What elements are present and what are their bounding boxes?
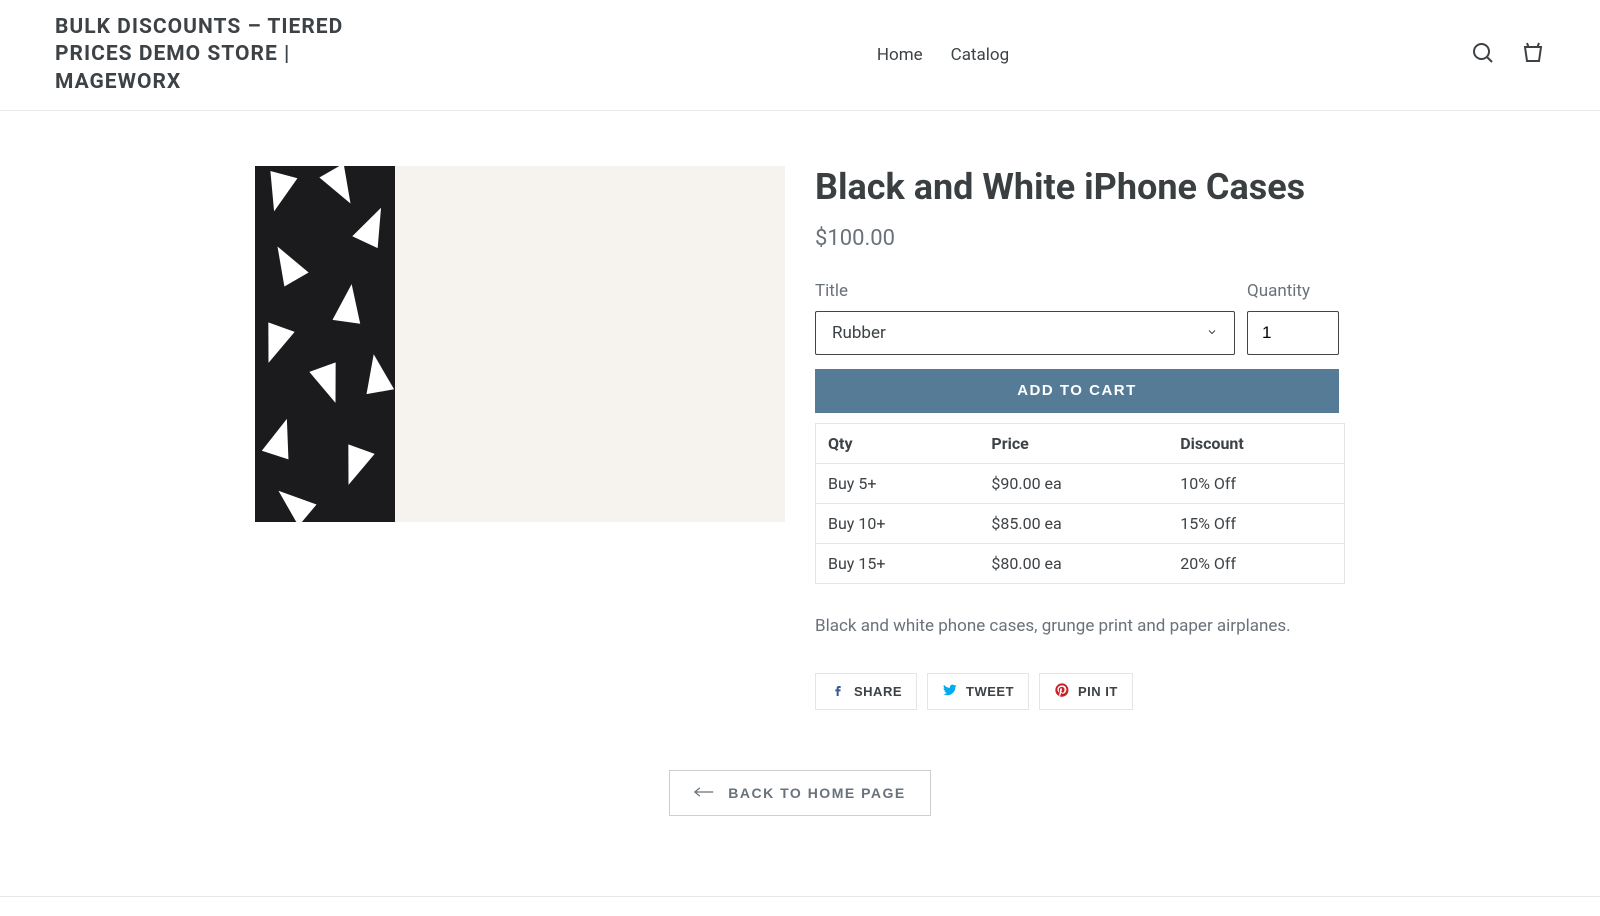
site-header: BULK DISCOUNTS – TIERED PRICES DEMO STOR… <box>0 0 1600 111</box>
variant-value: Rubber <box>832 323 886 343</box>
product-main: Black and White iPhone Cases $100.00 Tit… <box>0 111 1600 771</box>
pinterest-icon <box>1054 682 1070 701</box>
share-row: SHARE TWEET PIN IT <box>815 673 1345 710</box>
variant-select[interactable]: Rubber <box>815 311 1235 355</box>
site-footer <box>0 896 1600 916</box>
quantity-label: Quantity <box>1247 281 1339 301</box>
table-row: Buy 5+ $90.00 ea 10% Off <box>816 463 1345 503</box>
back-wrap: BACK TO HOME PAGE <box>0 770 1600 896</box>
facebook-icon <box>830 682 846 701</box>
table-row: Buy 10+ $85.00 ea 15% Off <box>816 503 1345 543</box>
nav-home[interactable]: Home <box>877 45 923 65</box>
site-title[interactable]: BULK DISCOUNTS – TIERED PRICES DEMO STOR… <box>55 14 415 96</box>
product-info: Black and White iPhone Cases $100.00 Tit… <box>815 166 1345 711</box>
nav-catalog[interactable]: Catalog <box>951 45 1010 65</box>
cart-icon[interactable] <box>1521 41 1545 69</box>
share-pinterest-button[interactable]: PIN IT <box>1039 673 1133 710</box>
share-facebook-label: SHARE <box>854 684 902 699</box>
add-to-cart-button[interactable]: ADD TO CART <box>815 369 1339 413</box>
th-qty: Qty <box>816 423 980 463</box>
product-image <box>255 166 785 522</box>
chevron-down-icon <box>1206 323 1218 343</box>
share-facebook-button[interactable]: SHARE <box>815 673 917 710</box>
arrow-left-icon <box>694 785 714 801</box>
share-pinterest-label: PIN IT <box>1078 684 1118 699</box>
product-price: $100.00 <box>815 226 1345 251</box>
back-label: BACK TO HOME PAGE <box>728 785 905 801</box>
th-price: Price <box>979 423 1168 463</box>
product-title: Black and White iPhone Cases <box>815 166 1345 208</box>
header-icons <box>1471 41 1545 69</box>
product-description: Black and white phone cases, grunge prin… <box>815 614 1345 640</box>
variant-label: Title <box>815 281 1235 301</box>
table-row: Buy 15+ $80.00 ea 20% Off <box>816 543 1345 583</box>
back-to-home-button[interactable]: BACK TO HOME PAGE <box>669 770 930 816</box>
twitter-icon <box>942 682 958 701</box>
share-twitter-button[interactable]: TWEET <box>927 673 1029 710</box>
variant-row: Title Rubber Quantity <box>815 281 1345 355</box>
share-twitter-label: TWEET <box>966 684 1014 699</box>
search-icon[interactable] <box>1471 41 1495 69</box>
discount-table: Qty Price Discount Buy 5+ $90.00 ea 10% … <box>815 423 1345 584</box>
top-nav: Home Catalog <box>415 45 1471 65</box>
quantity-input[interactable] <box>1247 311 1339 355</box>
th-discount: Discount <box>1168 423 1344 463</box>
